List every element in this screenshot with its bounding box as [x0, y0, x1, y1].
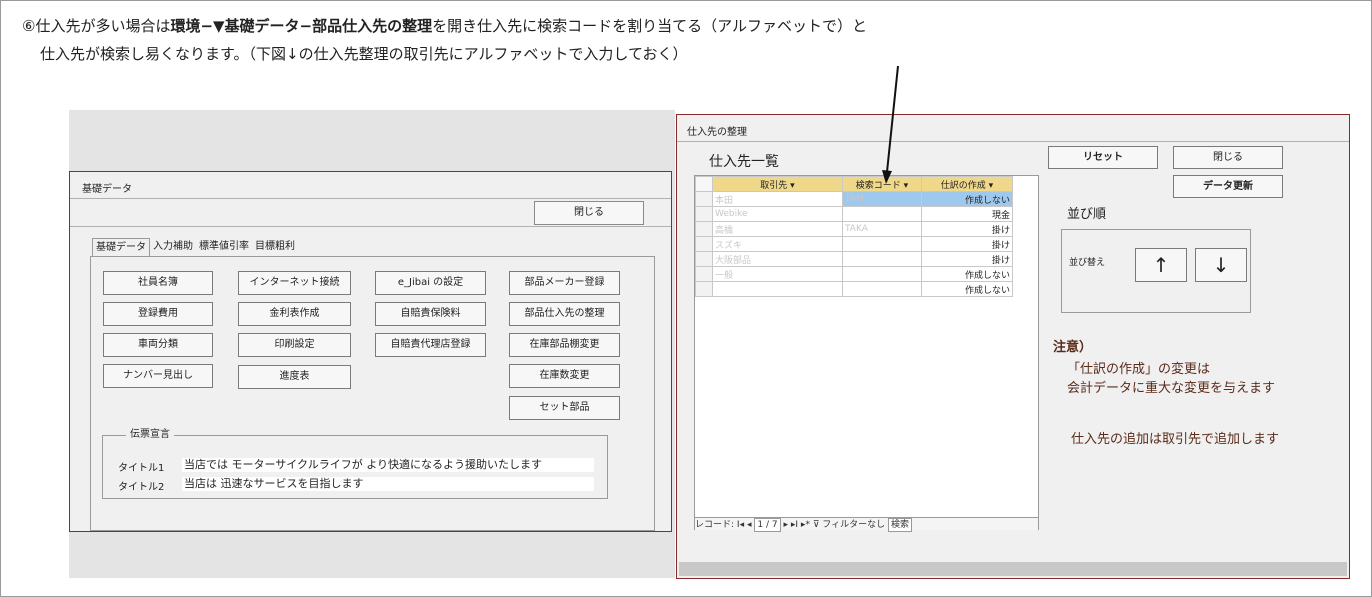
pointer-arrow — [882, 65, 899, 184]
